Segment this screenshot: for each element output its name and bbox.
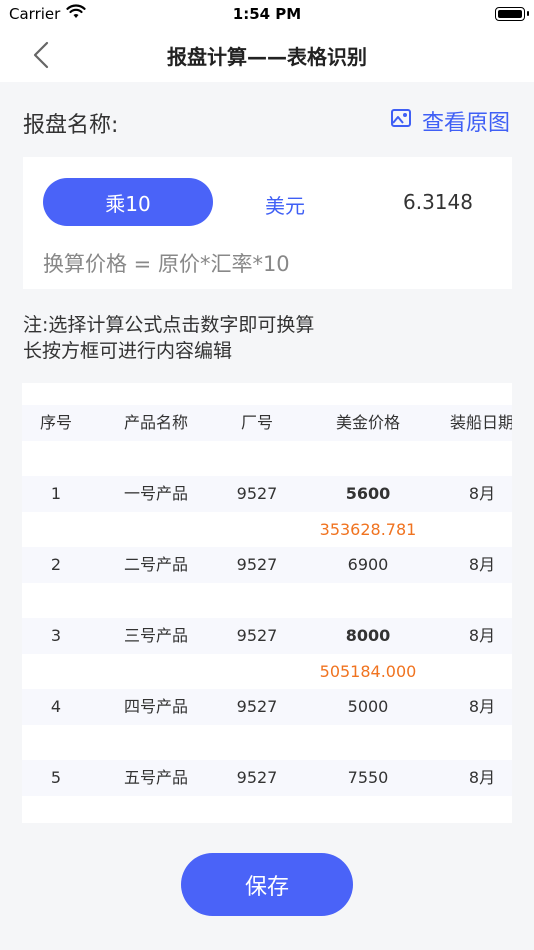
- offer-name-label: 报盘名称:: [23, 113, 119, 138]
- note-line-1: 注:选择计算公式点击数字即可换算: [23, 314, 315, 336]
- cell-name[interactable]: 一号产品: [108, 476, 204, 512]
- formula-expression: 换算价格 = 原价*汇率*10: [43, 252, 290, 276]
- save-button[interactable]: 保存: [181, 853, 353, 916]
- clock: 1:54 PM: [232, 5, 302, 23]
- view-original-label: 查看原图: [421, 111, 510, 136]
- page-title: 报盘计算——表格识别: [167, 45, 367, 69]
- cell-name[interactable]: 二号产品: [108, 547, 204, 583]
- cell-date[interactable]: 8月: [432, 760, 512, 796]
- cell-no: 3: [50, 626, 62, 645]
- nav-bar: 报盘计算——表格识别: [0, 28, 534, 82]
- header-name: 产品名称: [123, 413, 188, 432]
- cell-price[interactable]: 7550: [318, 760, 418, 796]
- cell-no: 1: [50, 484, 62, 503]
- header-no: 序号: [39, 413, 72, 432]
- currency-selector[interactable]: 美元: [265, 190, 305, 219]
- cell-factory[interactable]: 9527: [222, 618, 292, 654]
- cell-date[interactable]: 8月: [432, 547, 512, 583]
- cell-price[interactable]: 8000: [318, 618, 418, 654]
- converted-price: 505184.000: [319, 662, 417, 681]
- view-original-button[interactable]: 查看原图: [390, 105, 510, 137]
- cell-no: 4: [50, 697, 62, 716]
- table-header: 序号 产品名称 厂号 美金价格 装船日期: [22, 405, 512, 441]
- instruction-note: 注:选择计算公式点击数字即可换算 长按方框可进行内容编辑: [23, 312, 314, 364]
- header-factory: 厂号: [240, 413, 273, 432]
- table-row[interactable]: 3 三号产品 9527 8000 8月: [22, 618, 512, 654]
- table-row[interactable]: 4 四号产品 9527 5000 8月: [22, 689, 512, 725]
- cell-price[interactable]: 6900: [318, 547, 418, 583]
- cell-no: 5: [50, 768, 62, 787]
- cell-price[interactable]: 5000: [318, 689, 418, 725]
- exchange-rate-value[interactable]: 6.3148: [403, 190, 473, 214]
- cell-no: 2: [50, 555, 62, 574]
- table-row[interactable]: 2 二号产品 9527 6900 8月: [22, 547, 512, 583]
- cell-name[interactable]: 五号产品: [108, 760, 204, 796]
- formula-mode-button[interactable]: 乘10: [43, 178, 213, 226]
- table-row[interactable]: 5 五号产品 9527 7550 8月: [22, 760, 512, 796]
- header-price: 美金价格: [335, 413, 400, 432]
- converted-row: 505184.000: [22, 654, 512, 690]
- cell-price[interactable]: 5600: [318, 476, 418, 512]
- formula-card: 乘10 美元 6.3148 换算价格 = 原价*汇率*10: [23, 157, 512, 289]
- status-bar: Carrier 1:54 PM: [0, 0, 534, 28]
- cell-factory[interactable]: 9527: [222, 547, 292, 583]
- header-date: 装船日期: [449, 413, 512, 432]
- converted-row: 353628.781: [22, 512, 512, 548]
- image-icon: [390, 107, 412, 135]
- table-row[interactable]: 1 一号产品 9527 5600 8月: [22, 476, 512, 512]
- converted-price: 353628.781: [319, 520, 417, 539]
- battery-icon: [495, 7, 529, 21]
- note-line-2: 长按方框可进行内容编辑: [23, 340, 233, 362]
- cell-date[interactable]: 8月: [432, 618, 512, 654]
- cell-name[interactable]: 三号产品: [108, 618, 204, 654]
- cell-factory[interactable]: 9527: [222, 476, 292, 512]
- cell-factory[interactable]: 9527: [222, 760, 292, 796]
- product-table[interactable]: 序号 产品名称 厂号 美金价格 装船日期 1 一号产品 9527 5600 8月…: [22, 383, 512, 823]
- cell-name[interactable]: 四号产品: [108, 689, 204, 725]
- cell-date[interactable]: 8月: [432, 476, 512, 512]
- cell-factory[interactable]: 9527: [222, 689, 292, 725]
- cell-date[interactable]: 8月: [432, 689, 512, 725]
